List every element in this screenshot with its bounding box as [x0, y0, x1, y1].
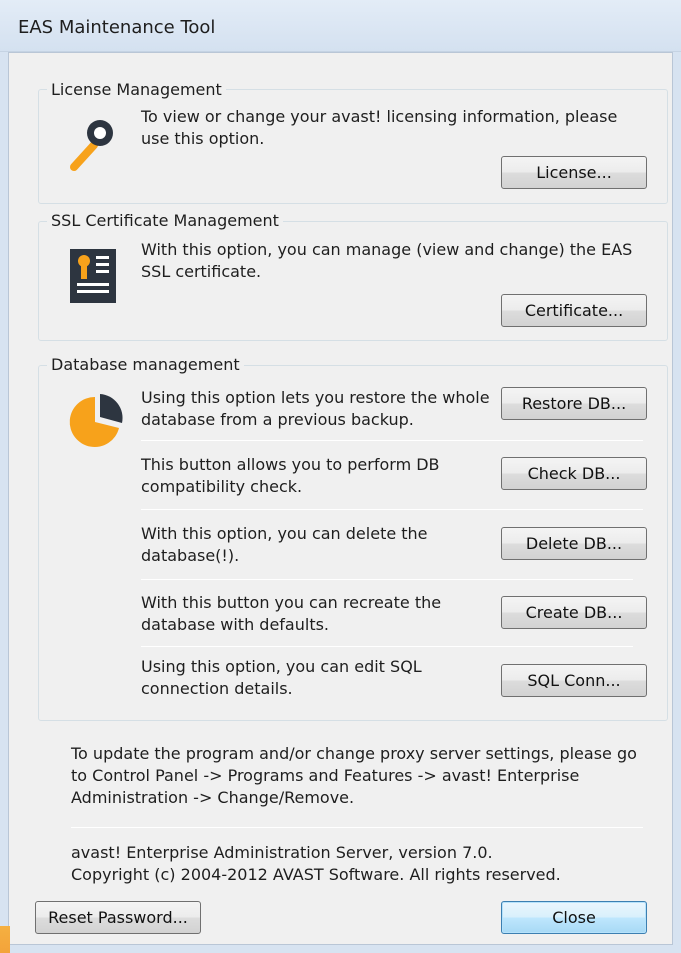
dialog-body: License Management To view or change you… — [8, 52, 673, 945]
license-button[interactable]: License... — [501, 156, 647, 189]
window-title: EAS Maintenance Tool — [18, 17, 216, 38]
create-db-button[interactable]: Create DB... — [501, 596, 647, 629]
sql-description: Using this option, you can edit SQL conn… — [141, 657, 422, 698]
close-button[interactable]: Close — [501, 901, 647, 934]
reset-password-button[interactable]: Reset Password... — [35, 901, 201, 934]
background-accent — [0, 926, 10, 953]
row-divider — [141, 579, 633, 580]
row-divider — [141, 440, 643, 441]
update-note: To update the program and/or change prox… — [71, 744, 637, 807]
title-bar[interactable]: EAS Maintenance Tool — [0, 0, 681, 52]
sql-conn-button[interactable]: SQL Conn... — [501, 664, 647, 697]
delete-db-button[interactable]: Delete DB... — [501, 527, 647, 560]
ssl-group-label: SSL Certificate Management — [47, 211, 283, 230]
row-divider — [141, 646, 633, 647]
database-group-label: Database management — [47, 355, 244, 374]
ssl-description: With this option, you can manage (view a… — [141, 240, 633, 281]
restore-db-button[interactable]: Restore DB... — [501, 387, 647, 420]
key-icon — [64, 115, 122, 179]
pie-chart-icon — [66, 393, 124, 455]
license-group-label: License Management — [47, 80, 226, 99]
maintenance-window: EAS Maintenance Tool License Management … — [0, 0, 681, 953]
version-text: avast! Enterprise Administration Server,… — [71, 843, 493, 862]
row-divider — [141, 509, 643, 510]
create-description: With this button you can recreate the da… — [141, 593, 442, 634]
certificate-icon — [70, 249, 116, 307]
license-description: To view or change your avast! licensing … — [141, 107, 618, 148]
copyright-text: Copyright (c) 2004-2012 AVAST Software. … — [71, 865, 561, 884]
check-description: This button allows you to perform DB com… — [141, 455, 440, 496]
restore-description: Using this option lets you restore the w… — [141, 388, 490, 429]
info-divider — [71, 827, 643, 828]
certificate-button[interactable]: Certificate... — [501, 294, 647, 327]
delete-description: With this option, you can delete the dat… — [141, 524, 428, 565]
check-db-button[interactable]: Check DB... — [501, 457, 647, 490]
